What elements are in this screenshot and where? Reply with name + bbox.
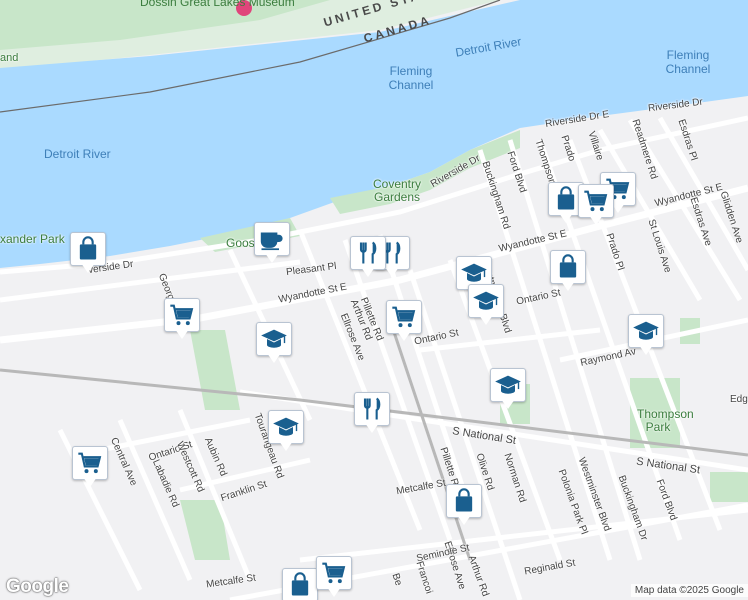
coffee-marker[interactable] [254, 222, 290, 264]
shopping-bag-icon [557, 186, 575, 210]
shopping-cart-icon [322, 562, 346, 584]
shopping-cart-icon [78, 452, 102, 474]
shopping-marker[interactable] [282, 568, 318, 600]
graduation-cap-icon [495, 375, 521, 394]
school-marker[interactable] [256, 322, 292, 364]
shopping-cart-icon [170, 304, 194, 326]
map-attribution[interactable]: Map data ©2025 Google [630, 584, 748, 597]
fork-knife-icon [359, 241, 377, 264]
grocery-marker[interactable] [578, 184, 614, 226]
graduation-cap-icon [633, 321, 659, 340]
shopping-bag-icon [79, 236, 97, 260]
school-marker[interactable] [490, 368, 526, 410]
graduation-cap-icon [261, 329, 287, 348]
shopping-marker[interactable] [446, 484, 482, 526]
school-marker[interactable] [268, 410, 304, 452]
school-marker[interactable] [628, 314, 664, 356]
restaurant-marker[interactable] [354, 392, 390, 434]
shopping-bag-icon [291, 572, 309, 596]
fork-knife-icon [363, 397, 381, 420]
map-base-layer [0, 0, 748, 600]
museum-pin-icon [236, 0, 252, 16]
grocery-marker[interactable] [386, 300, 422, 342]
graduation-cap-icon [473, 291, 499, 310]
shopping-marker[interactable] [70, 232, 106, 274]
google-logo[interactable]: Google [6, 576, 69, 598]
restaurant-marker[interactable] [350, 236, 386, 278]
grocery-marker[interactable] [72, 446, 108, 488]
graduation-cap-icon [461, 263, 487, 282]
grocery-marker[interactable] [164, 298, 200, 340]
map-canvas[interactable]: Dossin Great Lakes Museum UNITED STATES … [0, 0, 748, 600]
coffee-cup-icon [260, 232, 283, 251]
school-marker[interactable] [468, 284, 504, 326]
shopping-bag-icon [559, 254, 577, 278]
shopping-marker[interactable] [550, 250, 586, 292]
shopping-cart-icon [392, 306, 416, 328]
shopping-bag-icon [455, 488, 473, 512]
grocery-marker[interactable] [316, 556, 352, 598]
shopping-cart-icon [584, 190, 608, 212]
graduation-cap-icon [273, 417, 299, 436]
